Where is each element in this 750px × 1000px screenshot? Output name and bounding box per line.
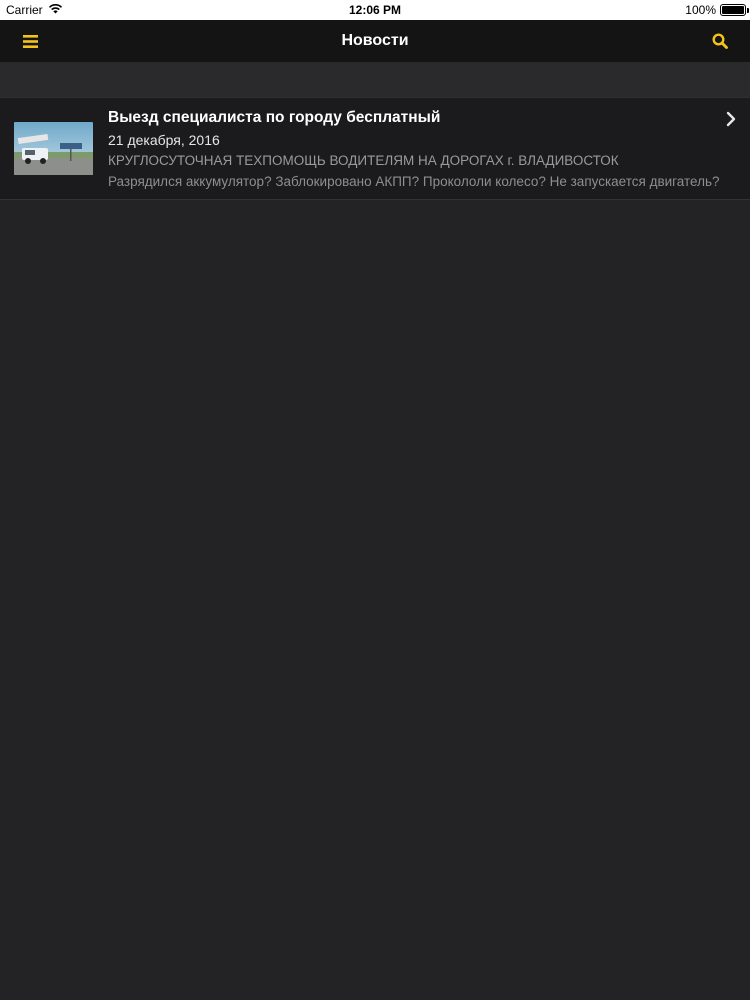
menu-icon [22,34,38,48]
news-list-item[interactable]: Выезд специалиста по городу бесплатный 2… [0,97,750,200]
battery-icon [720,4,749,16]
search-icon [712,33,728,49]
search-button[interactable] [704,29,736,53]
battery-percent: 100% [685,3,716,17]
menu-button[interactable] [14,29,46,53]
list-header-spacer [0,62,750,97]
chevron-right-icon [726,111,736,127]
news-subtitle: КРУГЛОСУТОЧНАЯ ТЕХПОМОЩЬ ВОДИТЕЛЯМ НА ДО… [108,153,619,168]
news-thumbnail [14,122,93,175]
status-time: 12:06 PM [348,3,402,17]
news-title: Выезд специалиста по городу бесплатный [108,109,441,126]
page-title: Новости [341,32,409,49]
nav-bar: Новости [0,20,750,62]
news-description: Разрядился аккумулятор? Заблокировано АК… [108,174,720,189]
status-bar: Carrier 12:06 PM 100% [0,0,750,20]
news-date: 21 декабря, 2016 [108,132,220,148]
status-right: 100% [685,3,749,17]
